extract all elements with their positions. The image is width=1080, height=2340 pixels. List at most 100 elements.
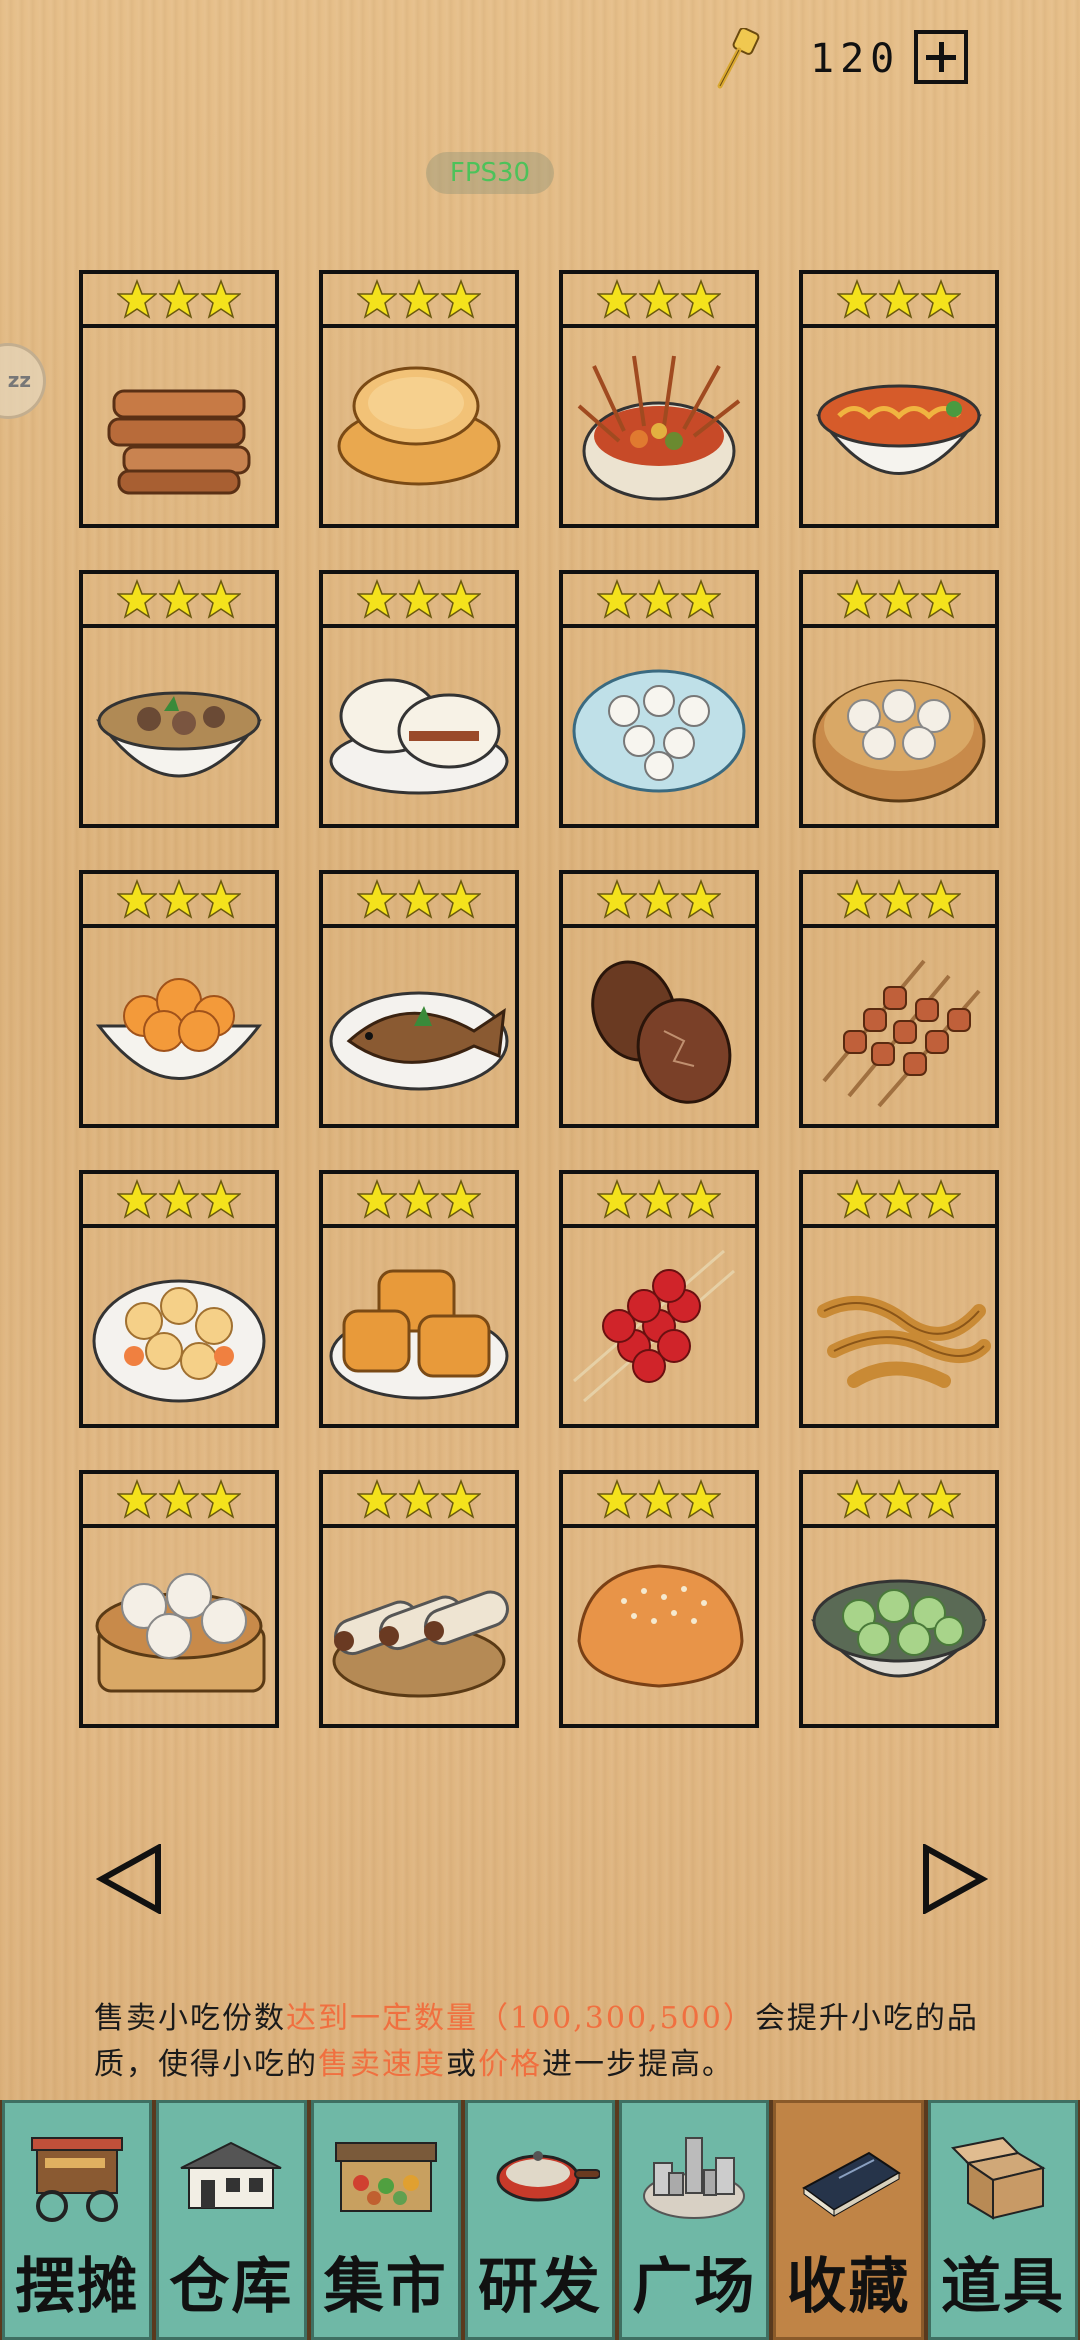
star-icon — [399, 879, 439, 919]
nav-tab[interactable]: 收藏 — [773, 2100, 924, 2340]
star-icon — [201, 879, 241, 919]
star-icon — [681, 279, 721, 319]
noodle-bowl-icon — [816, 384, 982, 475]
food-cart-icon — [5, 2113, 149, 2233]
tip-highlight-speed: 售卖速度 — [318, 2047, 446, 2082]
star-icon — [399, 279, 439, 319]
nav-tab[interactable]: 仓库 — [156, 2100, 307, 2340]
star-rating — [323, 574, 515, 628]
meat-buns-icon — [329, 678, 509, 795]
nav-tab[interactable]: 广场 — [619, 2100, 770, 2340]
collection-card[interactable] — [79, 1170, 279, 1428]
collection-card[interactable] — [559, 270, 759, 528]
star-icon — [837, 279, 877, 319]
collection-card[interactable] — [319, 1470, 519, 1728]
star-icon — [639, 879, 679, 919]
collection-card[interactable] — [559, 1170, 759, 1428]
star-icon — [357, 579, 397, 619]
star-rating — [803, 1474, 995, 1528]
side-tab-label: zz — [7, 368, 31, 392]
star-icon — [681, 1479, 721, 1519]
star-icon — [117, 579, 157, 619]
dish-image — [83, 628, 275, 824]
fried-dough-strips-icon — [107, 389, 251, 495]
star-icon — [837, 1479, 877, 1519]
star-icon — [117, 1479, 157, 1519]
star-icon — [639, 579, 679, 619]
nav-tab[interactable]: 道具 — [927, 2100, 1078, 2340]
star-rating — [83, 1474, 275, 1528]
collection-card[interactable] — [799, 1170, 999, 1428]
star-rating — [323, 1474, 515, 1528]
collection-card[interactable] — [799, 570, 999, 828]
dish-image — [323, 1528, 515, 1724]
star-rating — [323, 1174, 515, 1228]
dish-image — [803, 628, 995, 824]
collection-card[interactable] — [319, 1170, 519, 1428]
dish-image — [323, 328, 515, 524]
market-stall-icon — [314, 2113, 458, 2233]
collection-card[interactable] — [799, 870, 999, 1128]
dish-image — [83, 328, 275, 524]
meatball-soup-icon — [96, 691, 262, 778]
tip-text-1: 售卖小吃份数 — [94, 2001, 286, 2036]
star-icon — [597, 879, 637, 919]
dish-image — [563, 1528, 755, 1724]
star-icon — [837, 1179, 877, 1219]
star-icon — [357, 1179, 397, 1219]
previous-page-arrow-icon[interactable] — [96, 1844, 166, 1914]
collection-card[interactable] — [799, 270, 999, 528]
star-icon — [879, 579, 919, 619]
star-icon — [879, 1179, 919, 1219]
nav-tab-label: 收藏 — [786, 2252, 911, 2322]
star-rating — [323, 274, 515, 328]
star-rating — [563, 874, 755, 928]
sesame-bread-icon — [577, 1564, 744, 1688]
star-icon — [201, 579, 241, 619]
star-icon — [597, 279, 637, 319]
nav-tab[interactable]: 集市 — [310, 2100, 461, 2340]
dish-image — [563, 628, 755, 824]
star-icon — [399, 579, 439, 619]
star-icon — [201, 1179, 241, 1219]
fried-tofu-bowl-icon — [95, 978, 263, 1080]
dish-image — [803, 928, 995, 1124]
star-icon — [357, 1479, 397, 1519]
next-page-arrow-icon[interactable] — [918, 1844, 988, 1914]
star-icon — [159, 279, 199, 319]
nav-tab[interactable]: 摆摊 — [2, 2100, 153, 2340]
nav-tab[interactable]: 研发 — [464, 2100, 616, 2340]
dish-image — [323, 928, 515, 1124]
star-icon — [639, 1479, 679, 1519]
add-coins-button[interactable] — [914, 30, 968, 84]
potato-chips-plate-icon — [92, 1279, 266, 1403]
star-icon — [639, 279, 679, 319]
star-icon — [117, 1179, 157, 1219]
box-icon — [931, 2113, 1075, 2233]
side-tab-button[interactable]: zz — [0, 343, 46, 419]
coin-count: 120 — [810, 36, 901, 82]
collection-card[interactable] — [319, 870, 519, 1128]
collection-card[interactable] — [79, 870, 279, 1128]
collection-card[interactable] — [559, 1470, 759, 1728]
collection-card[interactable] — [79, 1470, 279, 1728]
dish-image — [83, 928, 275, 1124]
star-rating — [803, 1174, 995, 1228]
star-rating — [803, 574, 995, 628]
star-icon — [879, 279, 919, 319]
collection-card[interactable] — [799, 1470, 999, 1728]
collection-card[interactable] — [79, 270, 279, 528]
star-icon — [879, 879, 919, 919]
steamed-dumplings-icon — [812, 679, 986, 803]
star-rating — [803, 874, 995, 928]
tip-highlight-threshold: 达到一定数量（100,300,500） — [286, 2001, 755, 2036]
star-icon — [597, 1479, 637, 1519]
collection-card[interactable] — [559, 870, 759, 1128]
star-icon — [441, 579, 481, 619]
collection-card[interactable] — [79, 570, 279, 828]
collection-card[interactable] — [319, 570, 519, 828]
nav-tab-label: 道具 — [940, 2252, 1065, 2322]
collection-card[interactable] — [319, 270, 519, 528]
nav-tab-label: 研发 — [477, 2252, 602, 2322]
collection-card[interactable] — [559, 570, 759, 828]
